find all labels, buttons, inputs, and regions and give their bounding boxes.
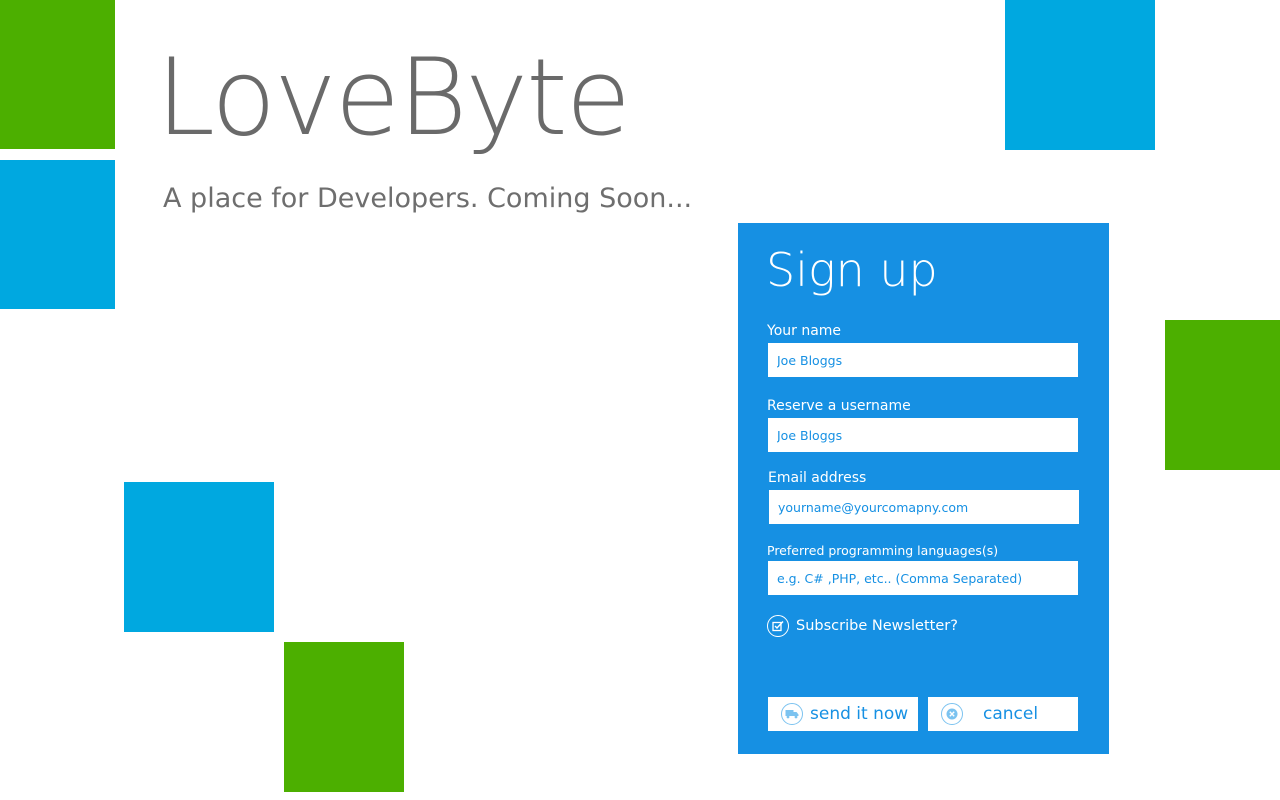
signup-title: Sign up (766, 243, 938, 297)
decor-tile-green-top-left (0, 0, 115, 149)
name-input[interactable] (768, 343, 1078, 377)
site-tagline: A place for Developers. Coming Soon... (163, 183, 693, 214)
decor-tile-blue-left (0, 160, 115, 309)
send-button[interactable]: send it now (768, 697, 918, 731)
page: LoveByte A place for Developers. Coming … (0, 0, 1280, 800)
decor-tile-blue-top-right (1005, 0, 1155, 150)
languages-label: Preferred programming languages(s) (767, 543, 999, 558)
close-circle-icon (941, 703, 963, 725)
cancel-button[interactable]: cancel (928, 697, 1078, 731)
send-truck-icon (781, 703, 803, 725)
newsletter-checkbox[interactable]: Subscribe Newsletter? (767, 615, 958, 637)
signup-panel: Sign up Your name Reserve a username Ema… (738, 223, 1109, 754)
send-button-label: send it now (810, 704, 909, 724)
decor-tile-green-bottom (284, 642, 404, 792)
decor-tile-blue-bottom-left (124, 482, 274, 632)
checkbox-circle-icon[interactable] (767, 615, 789, 637)
username-label: Reserve a username (767, 398, 911, 414)
username-input[interactable] (768, 418, 1078, 452)
cancel-button-label: cancel (983, 704, 1039, 724)
newsletter-label: Subscribe Newsletter? (796, 618, 958, 634)
email-input[interactable] (769, 490, 1079, 524)
name-label: Your name (767, 323, 842, 339)
site-title: LoveByte (156, 36, 631, 159)
email-label: Email address (768, 470, 867, 486)
decor-tile-green-right (1165, 320, 1280, 470)
languages-input[interactable] (768, 561, 1078, 595)
